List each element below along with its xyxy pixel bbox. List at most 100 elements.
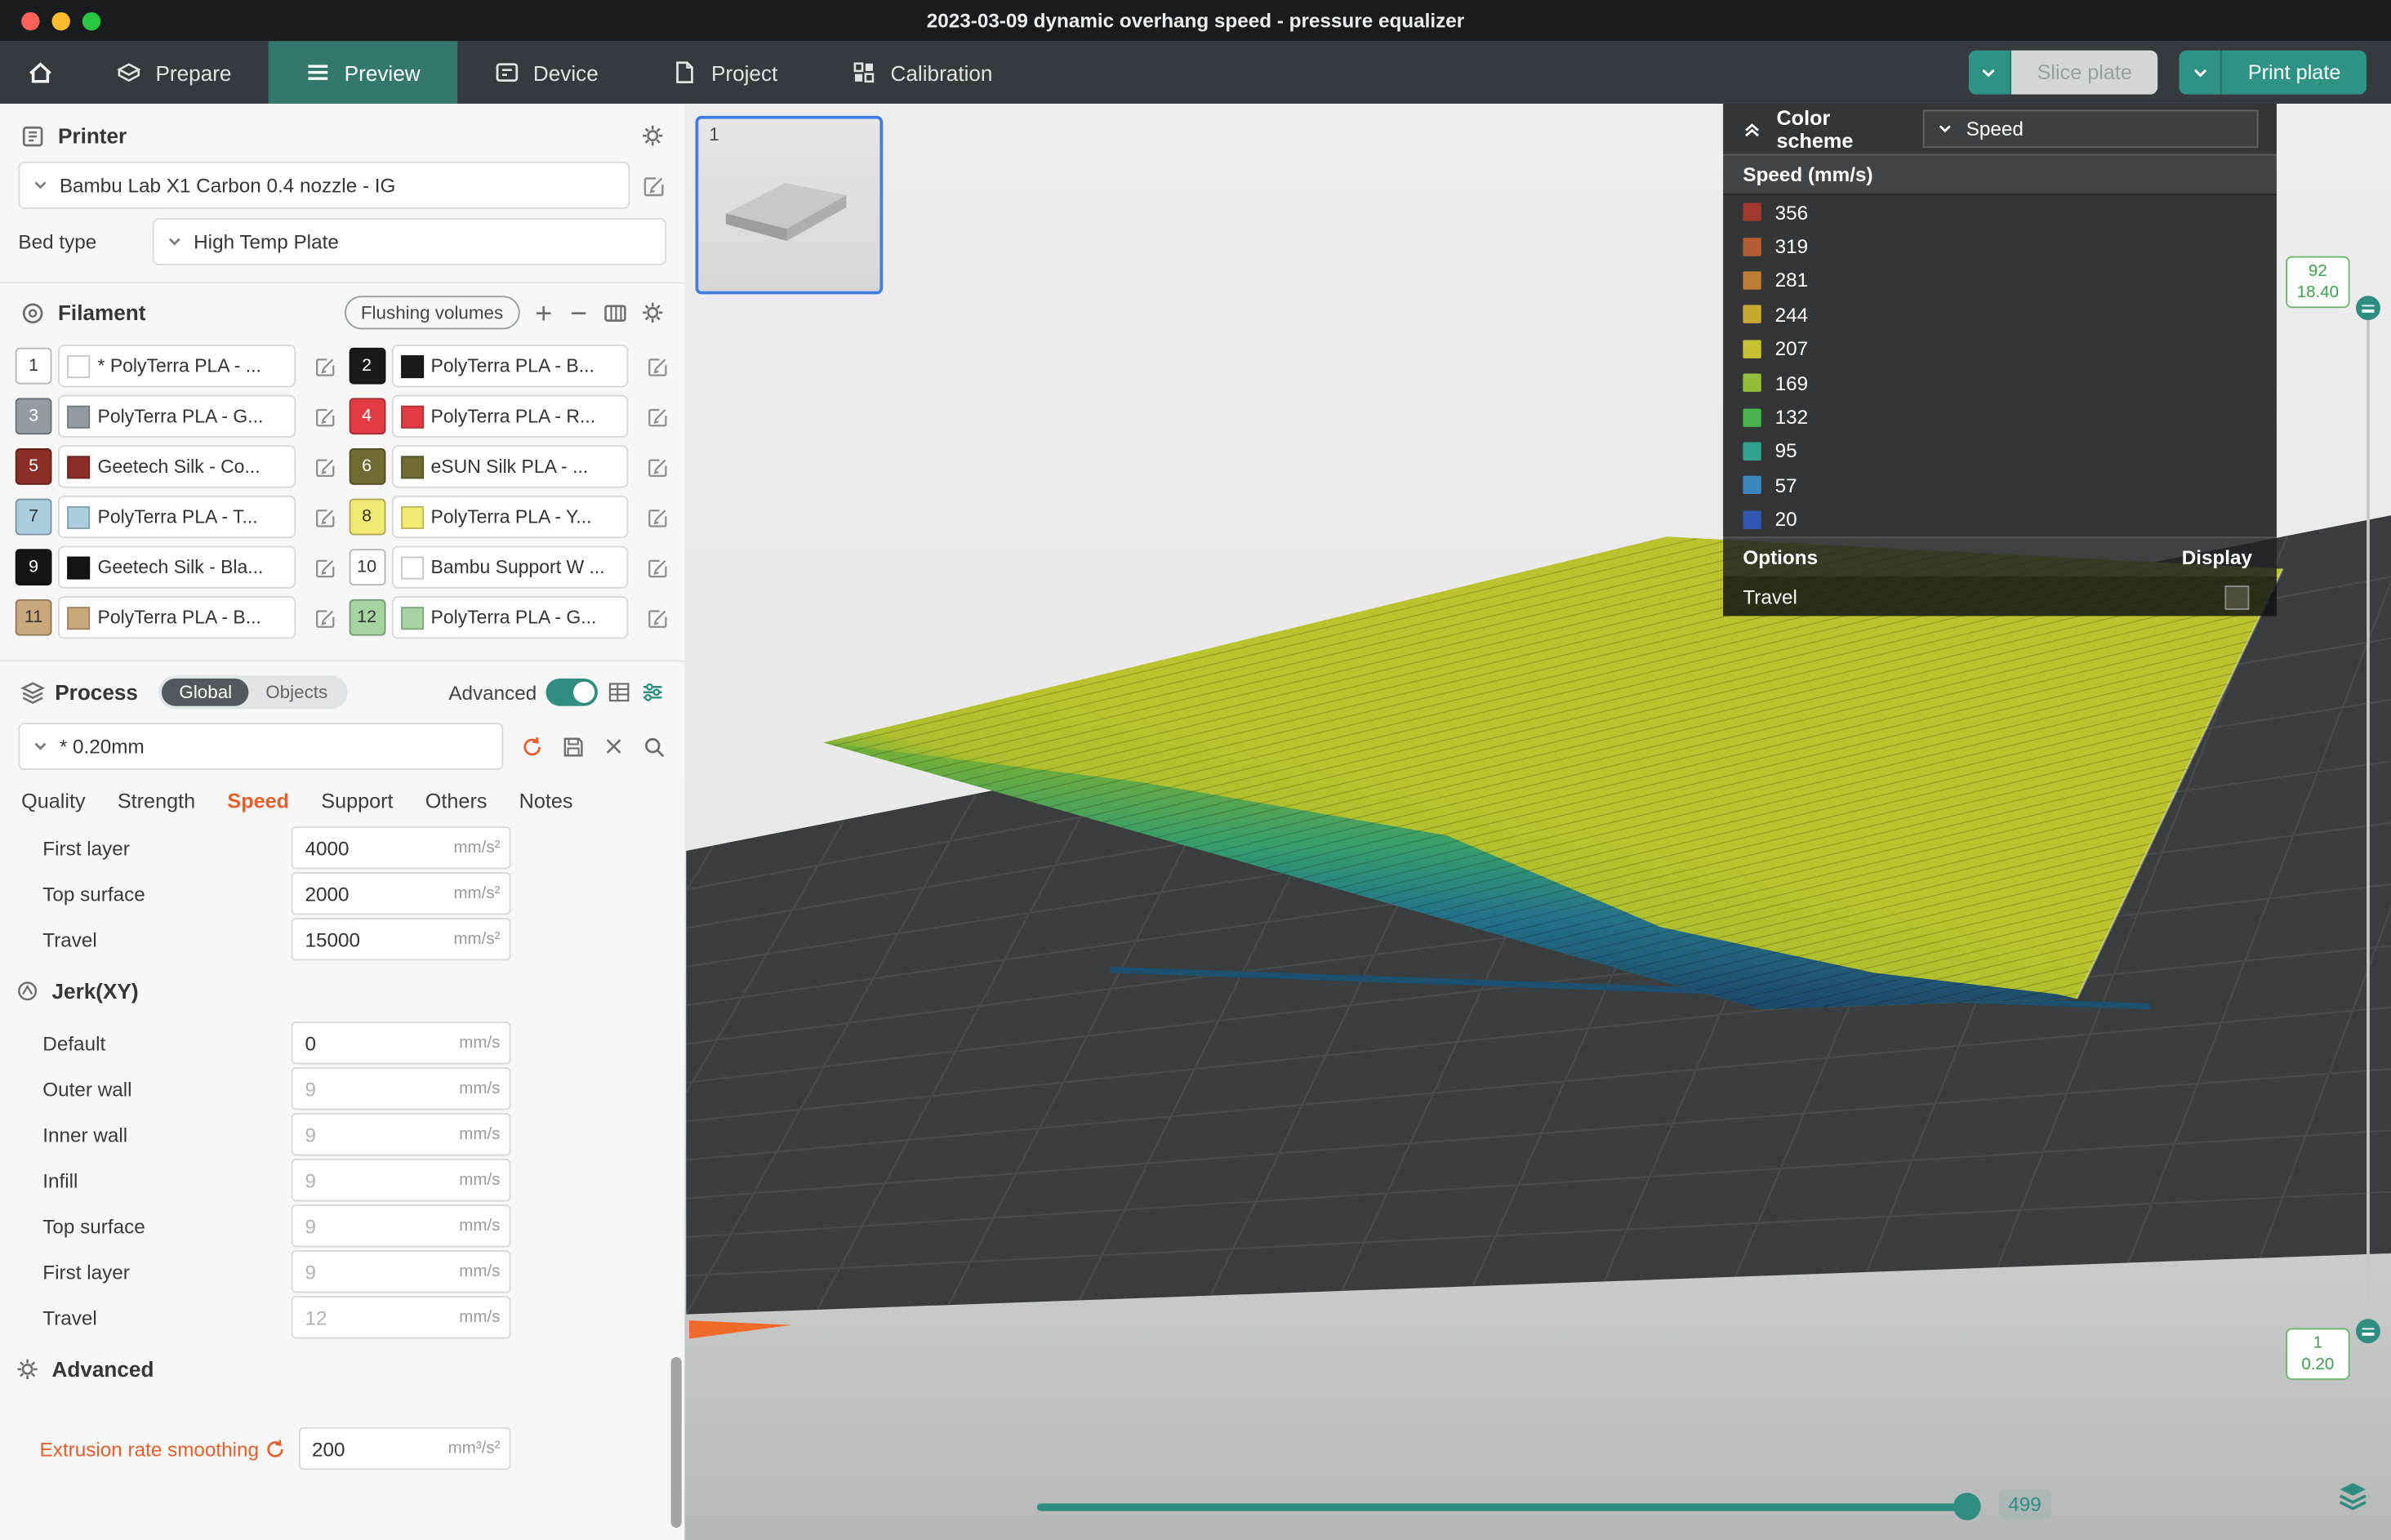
save-preset-icon[interactable]: [561, 734, 586, 759]
scope-global-button[interactable]: Global: [163, 679, 249, 706]
slice-plate-button[interactable]: Slice plate: [2011, 51, 2158, 95]
filament-settings-gear-icon[interactable]: [640, 300, 665, 325]
project-icon: [671, 60, 697, 86]
setting-input[interactable]: 15000mm/s²: [292, 918, 511, 960]
tab-calibration[interactable]: Calibration: [814, 41, 1029, 104]
edit-printer-icon[interactable]: [642, 173, 666, 198]
plate-thumbnail[interactable]: 1: [696, 116, 884, 294]
filament-select[interactable]: PolyTerra PLA - B...: [58, 596, 295, 639]
edit-filament-icon[interactable]: [647, 405, 670, 428]
filament-name: PolyTerra PLA - G...: [431, 607, 597, 628]
tab-quality[interactable]: Quality: [21, 789, 85, 812]
bed-type-select[interactable]: High Temp Plate: [153, 218, 666, 265]
layer-slider-top-handle[interactable]: [2356, 296, 2380, 320]
setting-input[interactable]: 2000mm/s²: [292, 872, 511, 915]
advanced-section-header: Advanced: [0, 1340, 684, 1398]
reset-preset-icon[interactable]: [520, 734, 545, 759]
close-icon[interactable]: [603, 735, 626, 758]
tab-strength[interactable]: Strength: [118, 789, 195, 812]
edit-filament-icon[interactable]: [314, 354, 336, 377]
search-icon[interactable]: [642, 734, 666, 759]
slice-plate-dropdown-button[interactable]: [1969, 51, 2011, 95]
setting-row-jerk-travel: Travel 12mm/s: [0, 1294, 684, 1340]
tab-notes[interactable]: Notes: [519, 789, 573, 812]
setting-input[interactable]: 9mm/s: [292, 1113, 511, 1155]
filament-select[interactable]: Bambu Support W ...: [391, 546, 628, 589]
filament-select[interactable]: PolyTerra PLA - G...: [58, 395, 295, 438]
filament-select[interactable]: * PolyTerra PLA - ...: [58, 345, 295, 387]
edit-filament-icon[interactable]: [647, 354, 670, 377]
filament-select[interactable]: PolyTerra PLA - B...: [391, 345, 628, 387]
print-plate-button[interactable]: Print plate: [2222, 51, 2367, 95]
plate-number: 1: [709, 123, 719, 145]
advanced-toggle[interactable]: [546, 679, 598, 706]
tab-others[interactable]: Others: [425, 789, 488, 812]
layer-slider-track[interactable]: [2367, 306, 2370, 1331]
legend-entry: 169: [1723, 366, 2277, 400]
filament-select[interactable]: Geetech Silk - Co...: [58, 445, 295, 487]
print-plate-dropdown-button[interactable]: [2180, 51, 2222, 95]
home-button[interactable]: [0, 41, 79, 104]
color-scheme-select[interactable]: Speed: [1923, 109, 2258, 148]
layer-slider-bottom-handle[interactable]: [2356, 1319, 2380, 1343]
printer-preset-select[interactable]: Bambu Lab X1 Carbon 0.4 nozzle - IG: [18, 162, 630, 209]
filament-select[interactable]: eSUN Silk PLA - ...: [391, 445, 628, 487]
filament-color-swatch: [67, 405, 90, 428]
setting-input[interactable]: 0mm/s: [292, 1021, 511, 1064]
scope-objects-button[interactable]: Objects: [249, 679, 345, 706]
setting-input[interactable]: 9mm/s: [292, 1250, 511, 1293]
setting-unit: mm³/s²: [448, 1440, 501, 1458]
filament-list: 1 * PolyTerra PLA - ... 2 PolyTerra PLA …: [0, 341, 684, 651]
edit-filament-icon[interactable]: [314, 606, 336, 629]
ams-icon[interactable]: [603, 300, 629, 326]
tune-icon[interactable]: [640, 680, 665, 705]
filament-select[interactable]: Geetech Silk - Bla...: [58, 546, 295, 589]
remove-filament-icon[interactable]: [568, 301, 590, 324]
flushing-volumes-button[interactable]: Flushing volumes: [344, 296, 519, 329]
setting-input[interactable]: 9mm/s: [292, 1067, 511, 1110]
edit-filament-icon[interactable]: [314, 556, 336, 579]
add-filament-icon[interactable]: [532, 301, 555, 324]
printer-settings-gear-icon[interactable]: [640, 123, 665, 148]
advanced-toggle-label: Advanced: [448, 681, 537, 704]
reset-ers-icon[interactable]: [263, 1437, 286, 1460]
sidebar-scrollbar[interactable]: [671, 1357, 682, 1528]
filament-select[interactable]: PolyTerra PLA - T...: [58, 496, 295, 538]
preview-viewport[interactable]: 1 Color scheme Speed Speed (mm/s) 356 31…: [684, 104, 2391, 1540]
edit-filament-icon[interactable]: [314, 405, 336, 428]
filament-color-swatch: [67, 556, 90, 579]
bottom-layer-number: 1: [2287, 1333, 2349, 1354]
setting-input[interactable]: 4000mm/s²: [292, 826, 511, 869]
tab-prepare[interactable]: Prepare: [79, 41, 268, 104]
edit-filament-icon[interactable]: [647, 455, 670, 478]
process-preset-select[interactable]: * 0.20mm: [18, 723, 503, 770]
parameter-table-icon[interactable]: [607, 680, 631, 705]
setting-input[interactable]: 9mm/s: [292, 1159, 511, 1201]
tab-label: Calibration: [891, 60, 993, 85]
tab-device[interactable]: Device: [456, 41, 634, 104]
layers-stack-icon[interactable]: [2335, 1477, 2371, 1514]
edit-filament-icon[interactable]: [314, 455, 336, 478]
filament-select[interactable]: PolyTerra PLA - G...: [391, 596, 628, 639]
tab-support[interactable]: Support: [321, 789, 393, 812]
edit-filament-icon[interactable]: [647, 556, 670, 579]
collapse-legend-icon[interactable]: [1742, 118, 1763, 140]
setting-input[interactable]: 9mm/s: [292, 1204, 511, 1247]
legend-entry: 281: [1723, 264, 2277, 298]
setting-input[interactable]: 200mm³/s²: [298, 1427, 510, 1470]
filament-select[interactable]: PolyTerra PLA - R...: [391, 395, 628, 438]
move-slider-track[interactable]: [1037, 1503, 1974, 1511]
legend-entry: 20: [1723, 502, 2277, 536]
legend-subtitle: Speed (mm/s): [1723, 154, 2277, 195]
edit-filament-icon[interactable]: [647, 505, 670, 528]
filament-color-swatch: [400, 405, 423, 428]
travel-checkbox[interactable]: [2224, 585, 2249, 610]
filament-select[interactable]: PolyTerra PLA - Y...: [391, 496, 628, 538]
setting-input[interactable]: 12mm/s: [292, 1296, 511, 1338]
tab-project[interactable]: Project: [635, 41, 815, 104]
move-slider-handle[interactable]: [1953, 1493, 1981, 1520]
tab-preview[interactable]: Preview: [268, 41, 456, 104]
tab-speed[interactable]: Speed: [227, 789, 289, 812]
edit-filament-icon[interactable]: [314, 505, 336, 528]
edit-filament-icon[interactable]: [647, 606, 670, 629]
